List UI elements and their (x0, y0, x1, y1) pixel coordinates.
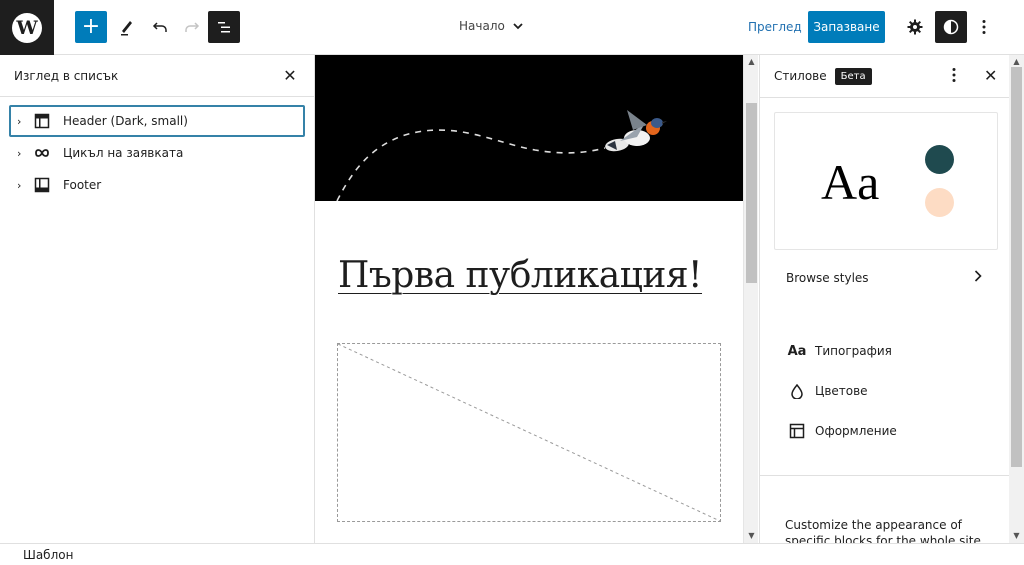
undo-icon (152, 22, 167, 32)
canvas-scrollbar[interactable]: ▲ ▼ (743, 55, 758, 543)
nav-item-label: Оформление (815, 424, 897, 438)
site-editor: W + Начало Преглед Запазване Изглед в сп… (0, 0, 1024, 565)
style-preview-color-secondary (925, 188, 954, 217)
template-part-footer-icon (33, 176, 51, 194)
styles-header: Стилове Бета ✕ (760, 55, 1009, 98)
save-button[interactable]: Запазване (808, 11, 885, 43)
add-block-button[interactable]: + (75, 11, 107, 43)
list-item-header[interactable]: › Header (Dark, small) (9, 105, 305, 137)
pencil-icon (121, 21, 132, 36)
close-icon: ✕ (984, 66, 998, 85)
settings-button[interactable] (901, 11, 929, 43)
list-view-tree: › Header (Dark, small) › Цикъл на заявка… (0, 97, 314, 201)
options-menu-button[interactable] (974, 11, 994, 43)
close-icon: ✕ (283, 66, 297, 85)
list-view-title: Изглед в списък (14, 68, 119, 83)
style-preview-color-primary (925, 145, 954, 174)
styles-button[interactable] (935, 11, 967, 43)
undo-button[interactable] (144, 11, 176, 43)
styles-navigation: Aa Типография Цветове Оформление (788, 331, 897, 451)
styles-scrollbar-thumb[interactable] (1011, 67, 1022, 467)
list-view-button[interactable] (208, 11, 240, 43)
expand-chevron-icon[interactable]: › (17, 179, 31, 192)
list-item-label: Header (Dark, small) (63, 114, 188, 128)
breadcrumb-template[interactable]: Шаблон (23, 548, 73, 562)
typography-nav-item[interactable]: Aa Типография (788, 331, 897, 371)
loop-icon (33, 144, 51, 162)
layout-icon (788, 423, 806, 439)
style-preview-card[interactable]: Aa (774, 112, 998, 250)
edit-tool-button[interactable] (111, 11, 143, 43)
half-circle-contrast-icon (943, 19, 959, 35)
header-block[interactable] (315, 55, 743, 202)
close-list-view-button[interactable]: ✕ (280, 66, 300, 85)
canvas-scrollbar-thumb[interactable] (746, 103, 757, 283)
placeholder-diagonal (338, 344, 720, 521)
wordpress-logo-button[interactable]: W (0, 0, 54, 55)
expand-chevron-icon[interactable]: › (17, 115, 31, 128)
list-item-footer[interactable]: › Footer (9, 169, 305, 201)
chevron-right-icon (974, 270, 982, 286)
template-part-header-icon (33, 112, 51, 130)
editor-header: W + Начало Преглед Запазване (0, 0, 1024, 55)
document-title-dropdown[interactable]: Начало (459, 19, 523, 33)
style-preview-typography: Aa (821, 154, 880, 210)
scroll-down-arrow-icon[interactable]: ▼ (1009, 529, 1024, 543)
list-view-panel: Изглед в списък ✕ › Header (Dark, small)… (0, 55, 315, 543)
styles-sidebar: Стилове Бета ✕ Aa Browse styles Aa Типог… (759, 55, 1009, 543)
close-styles-button[interactable]: ✕ (984, 66, 997, 85)
list-view-header: Изглед в списък ✕ (0, 55, 314, 97)
styles-more-button[interactable] (952, 67, 956, 87)
list-view-icon (218, 22, 230, 33)
nav-item-label: Цветове (815, 384, 868, 398)
bird-icon (605, 110, 667, 152)
scroll-up-arrow-icon[interactable]: ▲ (744, 55, 759, 69)
gear-icon (907, 19, 923, 35)
document-title: Начало (459, 19, 505, 33)
redo-icon (185, 22, 200, 32)
expand-chevron-icon[interactable]: › (17, 147, 31, 160)
vertical-ellipsis-icon (982, 20, 986, 34)
vertical-ellipsis-icon (952, 68, 956, 82)
list-item-label: Цикъл на заявката (63, 146, 184, 160)
editor-footer: Шаблон (0, 543, 1024, 565)
featured-image-placeholder[interactable] (337, 343, 721, 522)
colors-nav-item[interactable]: Цветове (788, 371, 897, 411)
chevron-down-icon (513, 22, 523, 29)
styles-title: Стилове (774, 69, 827, 83)
preview-button[interactable]: Преглед (748, 20, 802, 34)
browse-styles-label: Browse styles (786, 271, 869, 285)
blocks-description: Customize the appearance of specific blo… (785, 518, 985, 543)
styles-scrollbar[interactable]: ▲ ▼ (1009, 55, 1024, 543)
post-title-link[interactable]: Първа публикация! (338, 255, 703, 296)
list-item-label: Footer (63, 178, 102, 192)
list-item-query-loop[interactable]: › Цикъл на заявката (9, 137, 305, 169)
color-drop-icon (788, 383, 806, 399)
styles-divider (760, 475, 1009, 476)
plus-icon: + (81, 14, 101, 39)
editor-canvas[interactable]: Първа публикация! (315, 55, 743, 543)
redo-button[interactable] (176, 11, 208, 43)
nav-item-label: Типография (815, 344, 892, 358)
typography-icon: Aa (787, 343, 807, 359)
wordpress-logo-icon: W (12, 12, 42, 43)
browse-styles-button[interactable]: Browse styles (786, 270, 982, 286)
layout-nav-item[interactable]: Оформление (788, 411, 897, 451)
scroll-down-arrow-icon[interactable]: ▼ (744, 529, 759, 543)
beta-badge: Бета (834, 67, 872, 85)
bird-flight-illustration (336, 110, 667, 202)
